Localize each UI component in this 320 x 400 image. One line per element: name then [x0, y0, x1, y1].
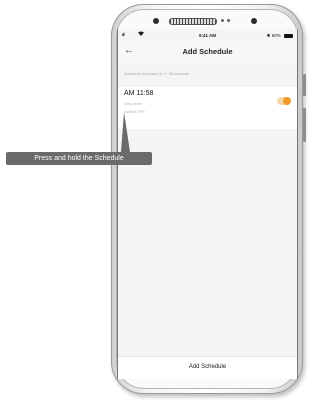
add-schedule-label: Add Schedule [188, 364, 227, 370]
schedule-time: AM 11:58 [124, 90, 154, 97]
power-button [303, 74, 306, 96]
schedule-toggle[interactable] [277, 97, 291, 105]
battery-icon [284, 33, 293, 38]
accuracy-note: Schedule accuracy is: /+ 30 seconds [124, 71, 190, 76]
schedule-repeat: Only once [124, 101, 143, 106]
bluetooth-icon: ✱ [266, 33, 271, 38]
status-bar: ııl 9:41 AM ✱ 60% [118, 29, 297, 41]
light-sensor [227, 19, 230, 22]
instruction-callout: Press and hold the Schedule [6, 152, 152, 165]
front-camera-secondary [251, 18, 257, 24]
add-schedule-button[interactable]: Add Schedule [118, 356, 297, 379]
battery-percent: 60% [271, 33, 281, 38]
callout-pointer [121, 112, 130, 152]
app-screen: ııl 9:41 AM ✱ 60% ← Add Schedule Schedul… [117, 29, 298, 379]
toggle-knob [283, 97, 291, 105]
front-camera [153, 18, 159, 24]
battery-indicator: ✱ 60% [267, 33, 293, 39]
navigation-bar: ← Add Schedule [118, 41, 297, 63]
earpiece-speaker [169, 18, 217, 25]
page-title: Add Schedule [182, 47, 233, 56]
proximity-sensor [221, 19, 224, 22]
volume-button [303, 108, 306, 142]
